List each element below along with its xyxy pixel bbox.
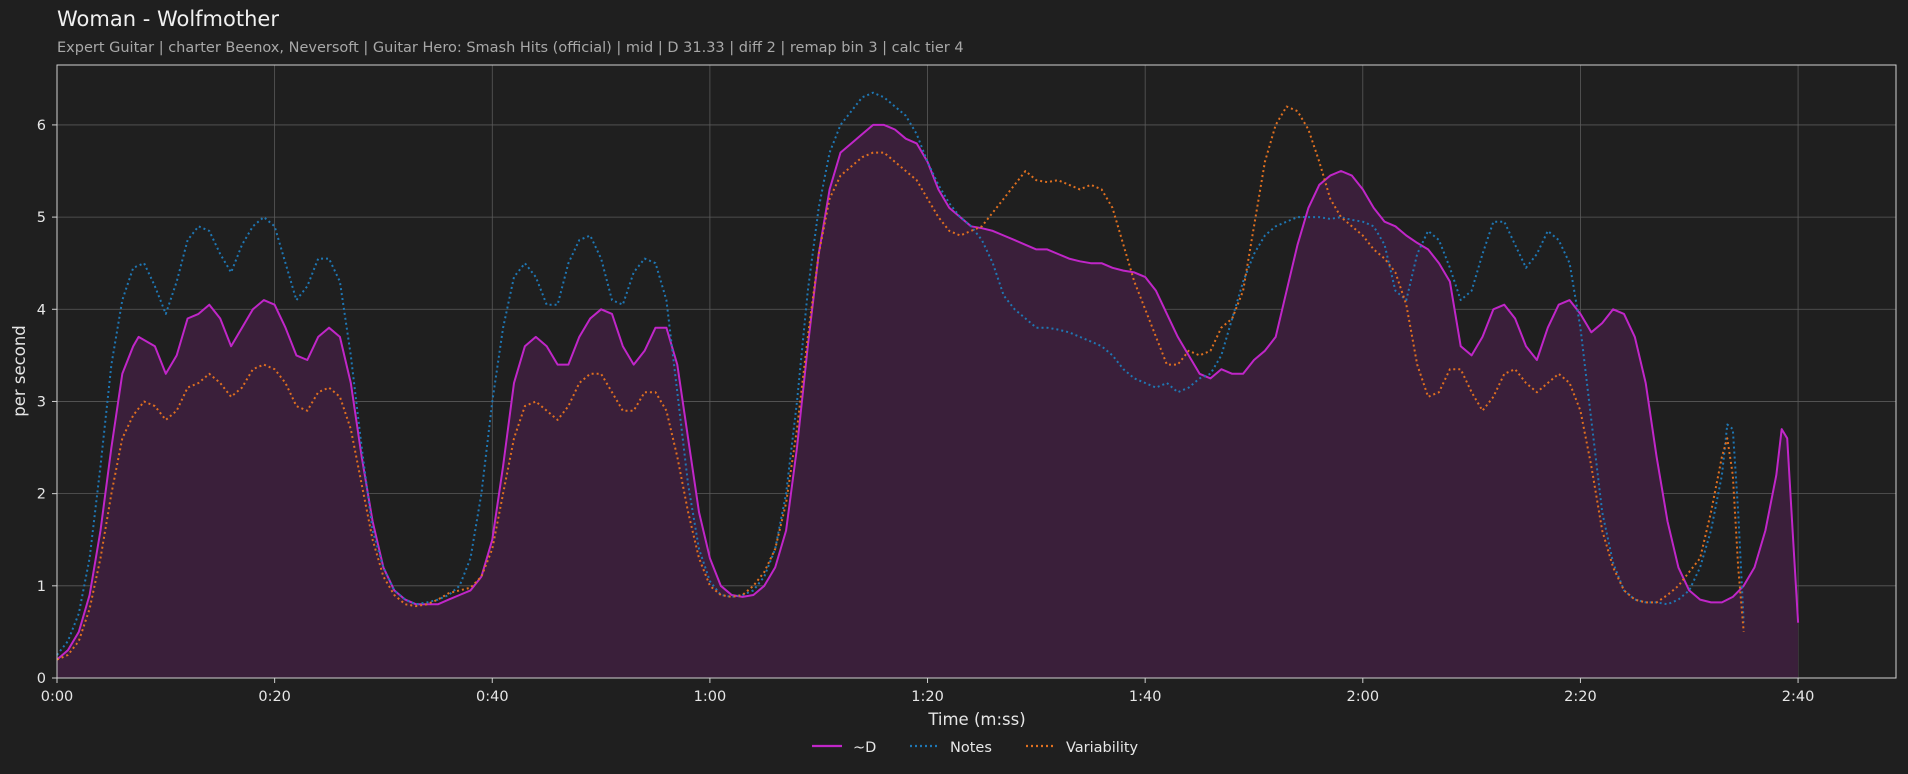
legend: ~D Notes Variability [812, 740, 1139, 756]
x-axis-label: Time (m:ss) [927, 710, 1025, 729]
y-tick-label: 1 [37, 579, 46, 595]
x-tick-label: 1:40 [1129, 689, 1162, 705]
x-tick-label: 0:20 [258, 689, 291, 705]
y-axis-ticks: 0 1 2 3 4 5 6 [37, 118, 57, 687]
y-axis-label: per second [10, 325, 29, 417]
x-tick-label: 0:00 [41, 689, 74, 705]
y-tick-label: 3 [37, 394, 46, 410]
chart-canvas: 0:00 0:20 0:40 1:00 1:20 1:40 2:00 2:20 2:40 0 1 2… [10, 64, 1897, 756]
x-tick-label: 0:40 [476, 689, 509, 705]
legend-variability-label: Variability [1066, 740, 1139, 756]
x-tick-label: 1:20 [911, 689, 944, 705]
legend-notes-label: Notes [950, 740, 992, 756]
d-area-fill [57, 124, 1799, 678]
x-tick-label: 1:00 [694, 689, 727, 705]
y-tick-label: 2 [37, 487, 46, 503]
y-tick-label: 4 [37, 302, 46, 318]
x-axis-ticks: 0:00 0:20 0:40 1:00 1:20 1:40 2:00 2:20 2:40 [41, 678, 1815, 705]
y-tick-label: 0 [37, 671, 46, 687]
x-tick-label: 2:40 [1782, 689, 1815, 705]
legend-d-label: ~D [853, 740, 876, 756]
x-tick-label: 2:00 [1347, 689, 1380, 705]
x-tick-label: 2:20 [1564, 689, 1597, 705]
series-fill-d [57, 124, 1799, 678]
y-tick-label: 6 [37, 118, 46, 134]
y-tick-label: 5 [37, 210, 46, 226]
